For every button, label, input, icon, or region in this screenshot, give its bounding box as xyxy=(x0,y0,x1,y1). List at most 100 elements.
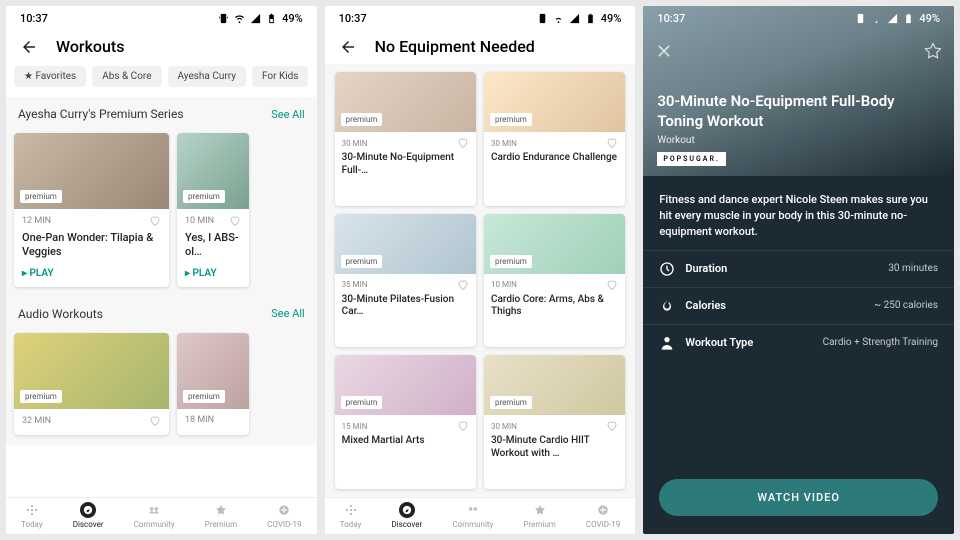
nav-discover[interactable]: Discover xyxy=(391,502,422,529)
wifi-icon xyxy=(234,13,245,24)
card-thumb: premium xyxy=(484,72,625,132)
heart-icon[interactable] xyxy=(457,420,469,432)
watch-video-button[interactable]: WATCH VIDEO xyxy=(659,479,938,516)
close-icon[interactable] xyxy=(655,42,673,60)
nav-today[interactable]: Today xyxy=(21,502,43,529)
star-icon[interactable] xyxy=(924,42,942,60)
card-duration: 15 MIN xyxy=(342,422,368,431)
premium-tag: premium xyxy=(20,190,62,203)
chip-for-kids[interactable]: For Kids xyxy=(252,66,309,87)
card-thumb: premium xyxy=(484,355,625,415)
heart-icon[interactable] xyxy=(457,137,469,149)
chip-abs-core[interactable]: Abs & Core xyxy=(92,66,161,87)
nav-covid[interactable]: COVID-19 xyxy=(267,502,301,529)
hero: 30-Minute No-Equipment Full-Body Toning … xyxy=(643,6,954,176)
card-duration: 12 MIN xyxy=(22,216,51,226)
back-icon[interactable] xyxy=(339,38,357,56)
card-title: 30-Minute Pilates-Fusion Car… xyxy=(342,294,469,319)
nav-community[interactable]: Community xyxy=(452,502,493,529)
card-duration: 10 MIN xyxy=(185,216,214,226)
nav-today[interactable]: Today xyxy=(340,502,362,529)
cards-grid[interactable]: premium 30 MIN 30-Minute No-Equipment Full… xyxy=(325,64,636,497)
card-duration: 18 MIN xyxy=(185,415,214,425)
bottom-nav: Today Discover Community Premium COVID-1… xyxy=(325,497,636,534)
status-bar: 10:37 49% xyxy=(643,6,954,27)
heart-icon[interactable] xyxy=(606,137,618,149)
heart-icon[interactable] xyxy=(606,420,618,432)
battery-icon xyxy=(585,13,596,24)
workout-card[interactable]: premium30 MINCardio Endurance Challenge xyxy=(484,72,625,206)
play-button[interactable]: ▸ PLAY xyxy=(185,268,241,279)
page-title: No Equipment Needed xyxy=(375,37,535,56)
stat-value: Cardio + Strength Training xyxy=(823,337,938,348)
vibrate-icon xyxy=(855,13,866,24)
stat-label: Calories xyxy=(685,299,864,312)
chip-ayesha[interactable]: Ayesha Curry xyxy=(168,66,246,87)
workout-card[interactable]: premium 12 MIN One-Pan Wonder: Tilapia &… xyxy=(14,133,169,287)
card-duration: 32 MIN xyxy=(22,416,51,426)
wifi-icon xyxy=(553,13,564,24)
premium-tag: premium xyxy=(341,113,383,126)
heart-icon[interactable] xyxy=(149,415,161,427)
heart-icon[interactable] xyxy=(457,279,469,291)
workout-description: Fitness and dance expert Nicole Steen ma… xyxy=(643,176,954,250)
stat-value: 30 minutes xyxy=(888,263,938,274)
heart-icon[interactable] xyxy=(149,215,161,227)
premium-tag: premium xyxy=(183,190,225,203)
nav-covid[interactable]: COVID-19 xyxy=(586,502,620,529)
workout-card[interactable]: premium15 MINMixed Martial Arts xyxy=(335,355,476,489)
card-thumb: premium xyxy=(177,333,249,409)
card-title: Cardio Core: Arms, Abs & Thighs xyxy=(491,294,618,319)
workout-card[interactable]: premium 10 MIN Cardio Core: Arms, Abs & Th… xyxy=(484,214,625,348)
wifi-icon xyxy=(871,13,882,24)
brand-tag: POPSUGAR. xyxy=(657,152,726,166)
play-button[interactable]: ▸ PLAY xyxy=(22,268,161,279)
card-duration: 30 MIN xyxy=(491,139,517,148)
see-all-link[interactable]: See All xyxy=(271,307,304,320)
heart-icon[interactable] xyxy=(229,215,241,227)
section-header: Audio Workouts See All xyxy=(6,297,317,327)
card-duration: 30 MIN xyxy=(491,422,517,431)
section-title: Audio Workouts xyxy=(18,307,103,321)
card-title: 30-Minute No-Equipment Full-… xyxy=(342,152,469,177)
heart-icon[interactable] xyxy=(606,279,618,291)
header: No Equipment Needed xyxy=(325,27,636,64)
workout-title: 30-Minute No-Equipment Full-Body Toning … xyxy=(657,91,940,132)
signal-icon xyxy=(887,13,898,24)
vibrate-icon xyxy=(537,13,548,24)
workout-card[interactable]: premium 10 MIN Yes, I ABS-ol… ▸ PLAY xyxy=(177,133,249,287)
card-thumb: premium xyxy=(335,72,476,132)
card-thumb: premium xyxy=(484,214,625,274)
chips-row: ★ Favorites Abs & Core Ayesha Curry For … xyxy=(6,64,317,97)
stat-duration: Duration 30 minutes xyxy=(643,250,954,287)
card-title: One-Pan Wonder: Tilapia & Veggies xyxy=(22,231,161,260)
workout-card[interactable]: premium 18 MIN xyxy=(177,333,249,435)
workout-card[interactable]: premium 32 MIN xyxy=(14,333,169,435)
back-icon[interactable] xyxy=(20,38,38,56)
nav-premium[interactable]: Premium xyxy=(205,502,237,529)
status-time: 10:37 xyxy=(339,12,367,25)
signal-icon xyxy=(250,13,261,24)
vibrate-icon xyxy=(218,13,229,24)
card-thumb: premium xyxy=(14,333,169,409)
cards-row[interactable]: premium 32 MIN premium 18 MIN xyxy=(6,327,317,445)
fire-icon xyxy=(659,298,675,314)
workout-card[interactable]: premium30 MIN30-Minute Cardio HIIT Worko… xyxy=(484,355,625,489)
battery-text: 49% xyxy=(919,12,940,25)
card-duration: 30 MIN xyxy=(342,139,368,148)
card-duration: 10 MIN xyxy=(491,280,517,289)
stat-label: Duration xyxy=(685,262,878,275)
phone-workouts: 10:37 49% Workouts ★ Favorites Abs & Cor… xyxy=(6,6,317,534)
card-thumb: premium xyxy=(335,355,476,415)
workout-card[interactable]: premium 30 MIN 30-Minute No-Equipment Full… xyxy=(335,72,476,206)
cards-row[interactable]: premium 12 MIN One-Pan Wonder: Tilapia &… xyxy=(6,127,317,297)
stat-workout-type: Workout Type Cardio + Strength Training xyxy=(643,324,954,361)
nav-community[interactable]: Community xyxy=(134,502,175,529)
status-time: 10:37 xyxy=(657,12,685,25)
premium-tag: premium xyxy=(490,396,532,409)
chip-favorites[interactable]: ★ Favorites xyxy=(14,66,86,87)
see-all-link[interactable]: See All xyxy=(271,108,304,121)
workout-card[interactable]: premium35 MIN30-Minute Pilates-Fusion Ca… xyxy=(335,214,476,348)
nav-discover[interactable]: Discover xyxy=(73,502,104,529)
nav-premium[interactable]: Premium xyxy=(523,502,555,529)
